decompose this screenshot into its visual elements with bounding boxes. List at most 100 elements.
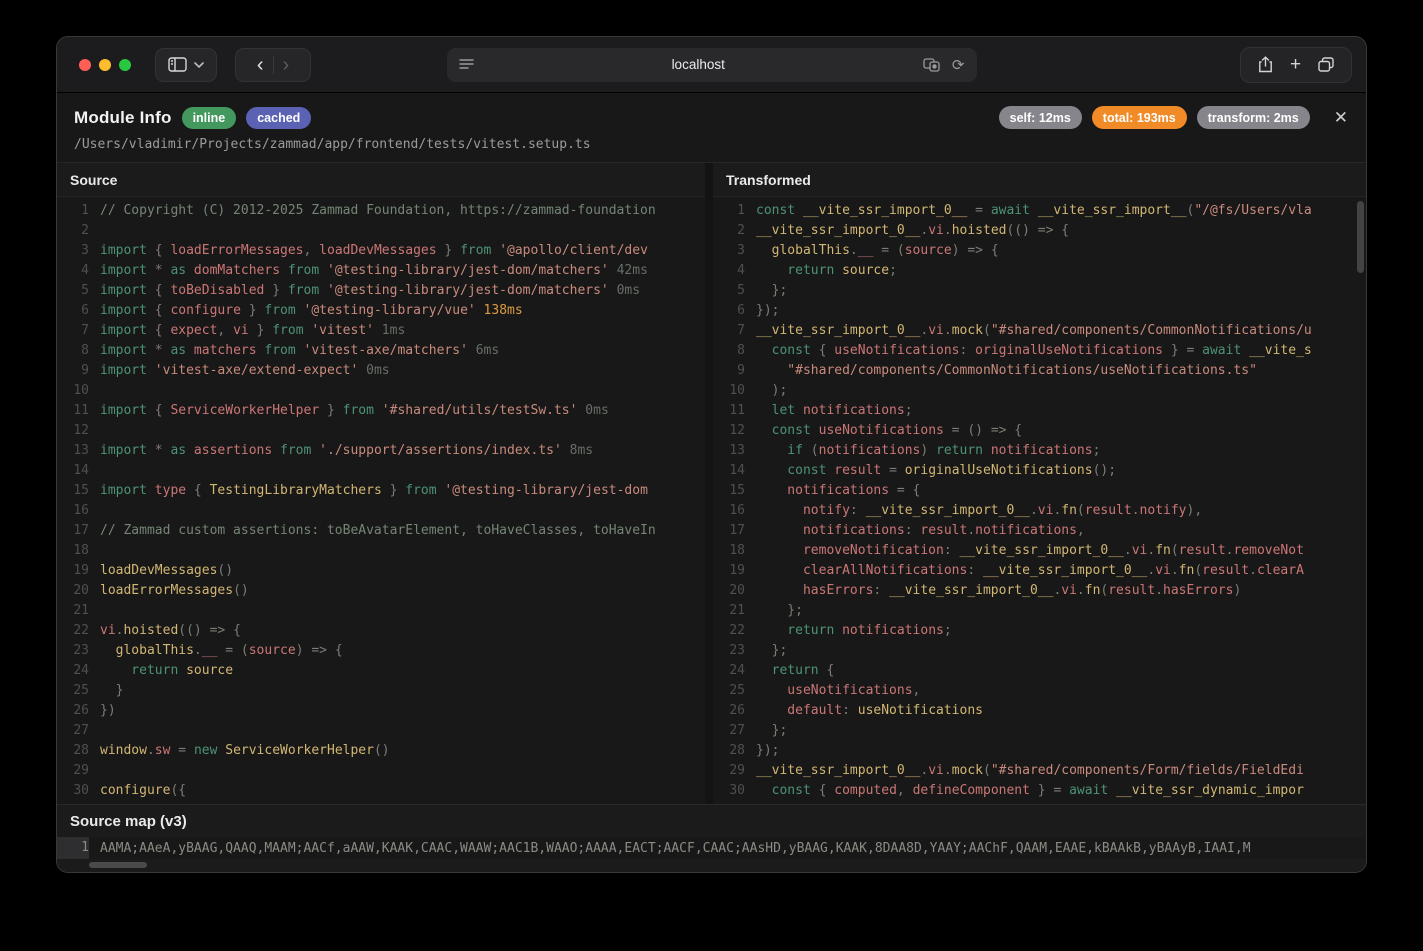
address-bar[interactable]: localhost ⟳	[447, 48, 977, 82]
line-number: 8	[57, 341, 89, 361]
code-line: 6import { configure } from '@testing-lib…	[57, 301, 705, 321]
sourcemap-mappings: AAMA;AAeA,yBAAG,QAAQ,MAAM;AACf,aAAW,KAAK…	[100, 841, 1251, 856]
metric-transform-time: transform: 2ms	[1197, 106, 1310, 129]
line-number: 8	[713, 341, 745, 361]
line-number: 21	[713, 601, 745, 621]
line-number: 25	[713, 681, 745, 701]
window-zoom-button[interactable]	[119, 59, 131, 71]
nav-buttons: ‹ ›	[235, 48, 311, 82]
sourcemap-section: Source map (v3) 1 AAMA;AAeA,yBAAG,QAAQ,M…	[57, 804, 1366, 872]
code-line: 9import 'vitest-axe/extend-expect' 0ms	[57, 361, 705, 381]
line-number: 17	[57, 521, 89, 541]
code-line: 24 return source	[57, 661, 705, 681]
code-line: 22vi.hoisted(() => {	[57, 621, 705, 641]
code-line: 28});	[713, 741, 1366, 761]
forward-button[interactable]: ›	[283, 55, 290, 75]
line-number: 7	[713, 321, 745, 341]
code-line: 4import * as domMatchers from '@testing-…	[57, 261, 705, 281]
code-line: 26})	[57, 701, 705, 721]
transformed-panel: Transformed 1const __vite_ssr_import_0__…	[713, 163, 1366, 804]
sidebar-toggle-button[interactable]	[155, 48, 217, 82]
code-line: 17 notifications: result.notifications,	[713, 521, 1366, 541]
code-line: 11import { ServiceWorkerHelper } from '#…	[57, 401, 705, 421]
toolbar-actions: +	[1240, 47, 1352, 83]
line-number: 24	[713, 661, 745, 681]
back-button[interactable]: ‹	[257, 55, 264, 75]
browser-window: ‹ › localhost	[56, 36, 1367, 873]
code-line: 11 let notifications;	[713, 401, 1366, 421]
window-minimize-button[interactable]	[99, 59, 111, 71]
code-line: 27	[57, 721, 705, 741]
code-line: 30configure({	[57, 781, 705, 801]
line-number: 2	[57, 221, 89, 241]
line-number: 7	[57, 321, 89, 341]
reload-icon[interactable]: ⟳	[952, 56, 965, 74]
module-info-header: Module Info inline cached self: 12ms tot…	[57, 93, 1366, 163]
line-number: 17	[713, 521, 745, 541]
code-line: 2__vite_ssr_import_0__.vi.hoisted(() => …	[713, 221, 1366, 241]
code-line: 4 return source;	[713, 261, 1366, 281]
line-number: 18	[57, 541, 89, 561]
code-line: 25 }	[57, 681, 705, 701]
code-line: 7import { expect, vi } from 'vitest' 1ms	[57, 321, 705, 341]
code-line: 14 const result = originalUseNotificatio…	[713, 461, 1366, 481]
code-line: 1// Copyright (C) 2012-2025 Zammad Found…	[57, 201, 705, 221]
source-panel-title: Source	[57, 163, 705, 197]
line-number: 25	[57, 681, 89, 701]
code-line: 9 "#shared/components/CommonNotification…	[713, 361, 1366, 381]
module-file-path: /Users/vladimir/Projects/zammad/app/fron…	[74, 137, 1348, 152]
line-number: 16	[57, 501, 89, 521]
code-line: 8 const { useNotifications: originalUseN…	[713, 341, 1366, 361]
code-line: 20 hasErrors: __vite_ssr_import_0__.vi.f…	[713, 581, 1366, 601]
line-number: 22	[57, 621, 89, 641]
url-text[interactable]: localhost	[474, 57, 923, 72]
page-title: Module Info	[74, 108, 172, 128]
line-number: 21	[57, 601, 89, 621]
line-number: 19	[713, 561, 745, 581]
code-line: 15 notifications = {	[713, 481, 1366, 501]
line-number: 18	[713, 541, 745, 561]
line-number: 20	[713, 581, 745, 601]
reader-icon[interactable]	[459, 58, 474, 71]
code-line: 16	[57, 501, 705, 521]
line-number: 5	[713, 281, 745, 301]
badge-cached: cached	[246, 107, 311, 129]
source-panel: Source 1// Copyright (C) 2012-2025 Zamma…	[57, 163, 705, 804]
line-number: 27	[713, 721, 745, 741]
vertical-scrollbar-thumb[interactable]	[1357, 201, 1364, 273]
window-close-button[interactable]	[79, 59, 91, 71]
line-number: 10	[713, 381, 745, 401]
line-number: 6	[713, 301, 745, 321]
sourcemap-line-number: 1	[57, 837, 89, 859]
transformed-code[interactable]: 1const __vite_ssr_import_0__ = await __v…	[713, 197, 1366, 804]
code-line: 8import * as matchers from 'vitest-axe/m…	[57, 341, 705, 361]
line-number: 15	[713, 481, 745, 501]
share-button[interactable]	[1258, 56, 1273, 73]
code-line: 7__vite_ssr_import_0__.vi.mock("#shared/…	[713, 321, 1366, 341]
code-line: 21	[57, 601, 705, 621]
tab-overview-button[interactable]	[1318, 57, 1334, 72]
code-line: 29	[57, 761, 705, 781]
code-line: 5import { toBeDisabled } from '@testing-…	[57, 281, 705, 301]
browser-titlebar: ‹ › localhost	[57, 37, 1366, 93]
code-line: 30 const { computed, defineComponent } =…	[713, 781, 1366, 801]
line-number: 1	[713, 201, 745, 221]
line-number: 15	[57, 481, 89, 501]
source-code[interactable]: 1// Copyright (C) 2012-2025 Zammad Found…	[57, 197, 705, 804]
code-line: 23 };	[713, 641, 1366, 661]
line-number: 26	[713, 701, 745, 721]
code-line: 25 useNotifications,	[713, 681, 1366, 701]
line-number: 12	[57, 421, 89, 441]
code-line: 16 notify: __vite_ssr_import_0__.vi.fn(r…	[713, 501, 1366, 521]
code-line: 21 };	[713, 601, 1366, 621]
close-icon[interactable]: ✕	[1334, 109, 1348, 126]
extensions-icon[interactable]	[923, 58, 940, 72]
code-line: 10 );	[713, 381, 1366, 401]
new-tab-button[interactable]: +	[1290, 55, 1301, 74]
horizontal-scrollbar-thumb[interactable]	[89, 862, 147, 868]
code-line: 15import type { TestingLibraryMatchers }…	[57, 481, 705, 501]
code-line: 24 return {	[713, 661, 1366, 681]
line-number: 1	[57, 201, 89, 221]
code-line: 14	[57, 461, 705, 481]
code-line: 18 removeNotification: __vite_ssr_import…	[713, 541, 1366, 561]
